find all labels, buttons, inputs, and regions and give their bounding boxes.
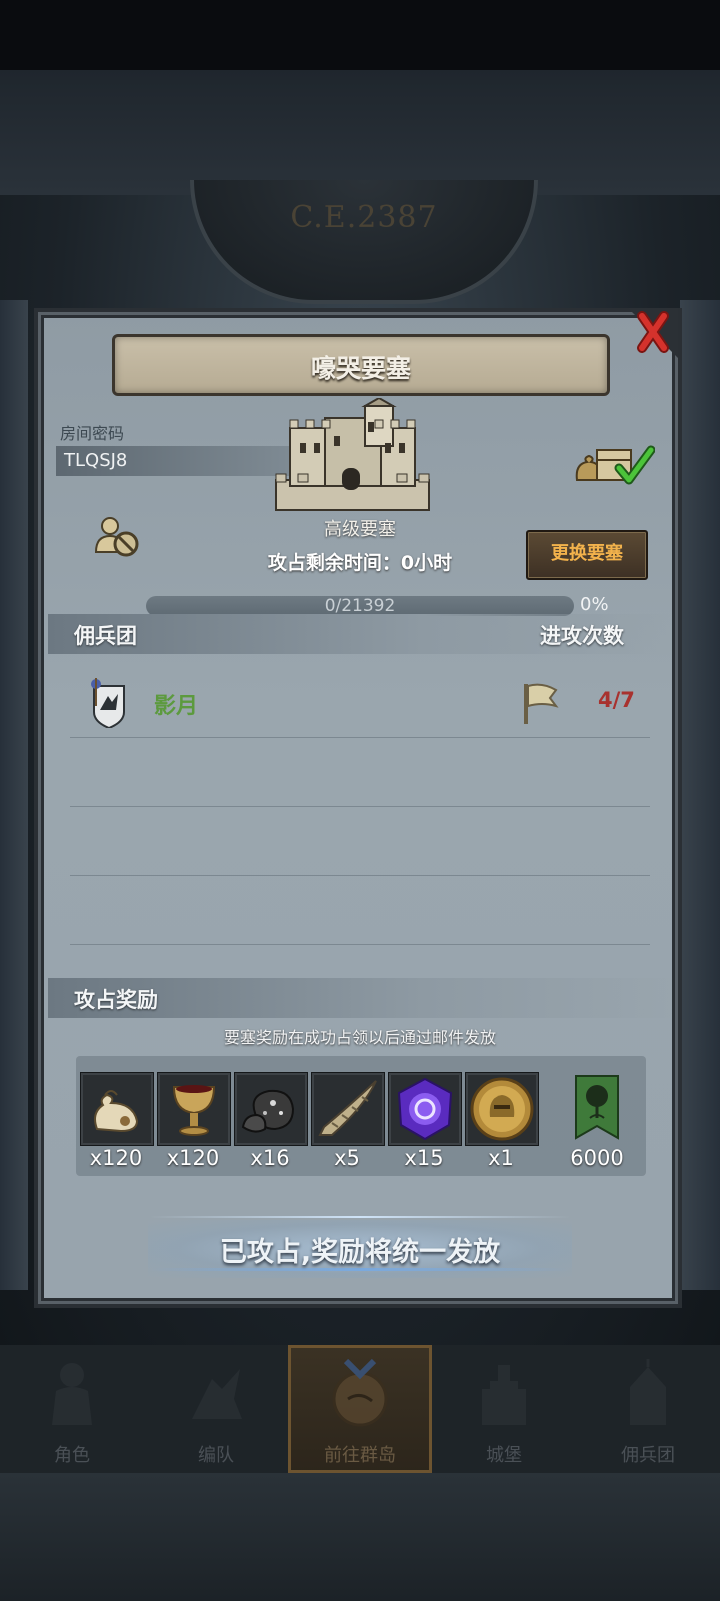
- formation-icon: [192, 1369, 242, 1419]
- page-title: 嚎哭要塞: [310, 354, 411, 383]
- progress-text: 0/21392: [324, 596, 396, 616]
- tree-banner-icon[interactable]: [574, 1074, 620, 1140]
- title-plaque: 嚎哭要塞: [112, 334, 610, 396]
- reward-quantity: x120: [89, 1146, 143, 1170]
- rewards-note: 要塞奖励在成功占领以后通过邮件发放: [223, 1028, 496, 1047]
- reward-quantity: x5: [334, 1146, 360, 1170]
- right-background-strip: [680, 300, 720, 1290]
- attack-count: 4/7: [598, 688, 635, 712]
- reward-quantity: x15: [404, 1146, 444, 1170]
- attacks-column-label: 进攻次数: [540, 624, 624, 648]
- mercenary-section-label: 佣兵团: [74, 624, 137, 648]
- nav-item-mercenary[interactable]: 佣兵团: [576, 1345, 720, 1473]
- nav-item-formation[interactable]: 编队: [144, 1345, 288, 1473]
- bottom-nav: 角色 编队 前往群岛 城堡 佣兵团: [0, 1345, 720, 1473]
- reward-slot[interactable]: [234, 1072, 308, 1146]
- nav-item-character[interactable]: 角色: [0, 1345, 144, 1473]
- reward-slot[interactable]: [80, 1072, 154, 1146]
- reward-quantity: x1: [488, 1146, 514, 1170]
- row-divider: [70, 806, 650, 807]
- reward-quantity: 6000: [570, 1146, 624, 1170]
- castle-icon: [275, 398, 430, 511]
- status-message: 已攻占,奖励将统一发放: [219, 1237, 501, 1268]
- sack-icon: [94, 1090, 139, 1133]
- flag-icon: [524, 683, 559, 724]
- status-line-top: [150, 1216, 570, 1218]
- guild-name[interactable]: 影月: [154, 688, 198, 720]
- knight-icon: [52, 1363, 92, 1425]
- status-band: [0, 0, 720, 70]
- nav-item-castle[interactable]: 城堡: [432, 1345, 576, 1473]
- islands-icon: [332, 1359, 388, 1427]
- reward-slot[interactable]: [311, 1072, 385, 1146]
- horn-icon: [318, 1080, 377, 1136]
- row-divider: [70, 944, 650, 945]
- close-icon: [628, 308, 678, 358]
- helmet-coin-icon: [470, 1077, 534, 1141]
- nav-label: 编队: [198, 1445, 234, 1466]
- goblet-icon: [172, 1085, 216, 1136]
- user-blocked-icon[interactable]: [94, 514, 142, 558]
- nav-item-islands[interactable]: 前往群岛: [288, 1345, 432, 1473]
- reward-quantity: x120: [166, 1146, 220, 1170]
- change-fortress-button[interactable]: 更换要塞: [526, 530, 648, 580]
- ore-icon: [241, 1089, 295, 1133]
- nav-label: 前往群岛: [324, 1445, 396, 1466]
- purple-gem-icon: [397, 1077, 453, 1141]
- reward-slot[interactable]: [157, 1072, 231, 1146]
- top-band: [0, 70, 720, 195]
- row-divider: [70, 737, 650, 738]
- supply-check-icon: [575, 445, 655, 485]
- room-code-label: 房间密码: [60, 424, 125, 443]
- era-label: C.E.2387: [290, 200, 438, 235]
- row-divider: [70, 875, 650, 876]
- bottom-fill: [0, 1473, 720, 1601]
- reward-slot[interactable]: [388, 1072, 462, 1146]
- left-background-strip: [0, 300, 28, 1290]
- mercenary-icon: [630, 1359, 666, 1425]
- nav-label: 佣兵团: [621, 1445, 675, 1466]
- castle-nav-icon: [482, 1365, 526, 1425]
- progress-percent: 0%: [580, 594, 609, 615]
- guild-emblem-icon: [91, 678, 125, 728]
- nav-label: 角色: [54, 1445, 90, 1466]
- rewards-section-label: 攻占奖励: [74, 988, 158, 1012]
- close-button[interactable]: [628, 308, 678, 358]
- reward-quantity: x16: [250, 1146, 290, 1170]
- room-code: TLQSJ8: [64, 450, 128, 471]
- change-fortress-label: 更换要塞: [551, 543, 623, 564]
- nav-label: 城堡: [486, 1445, 522, 1466]
- reward-slot[interactable]: [465, 1072, 539, 1146]
